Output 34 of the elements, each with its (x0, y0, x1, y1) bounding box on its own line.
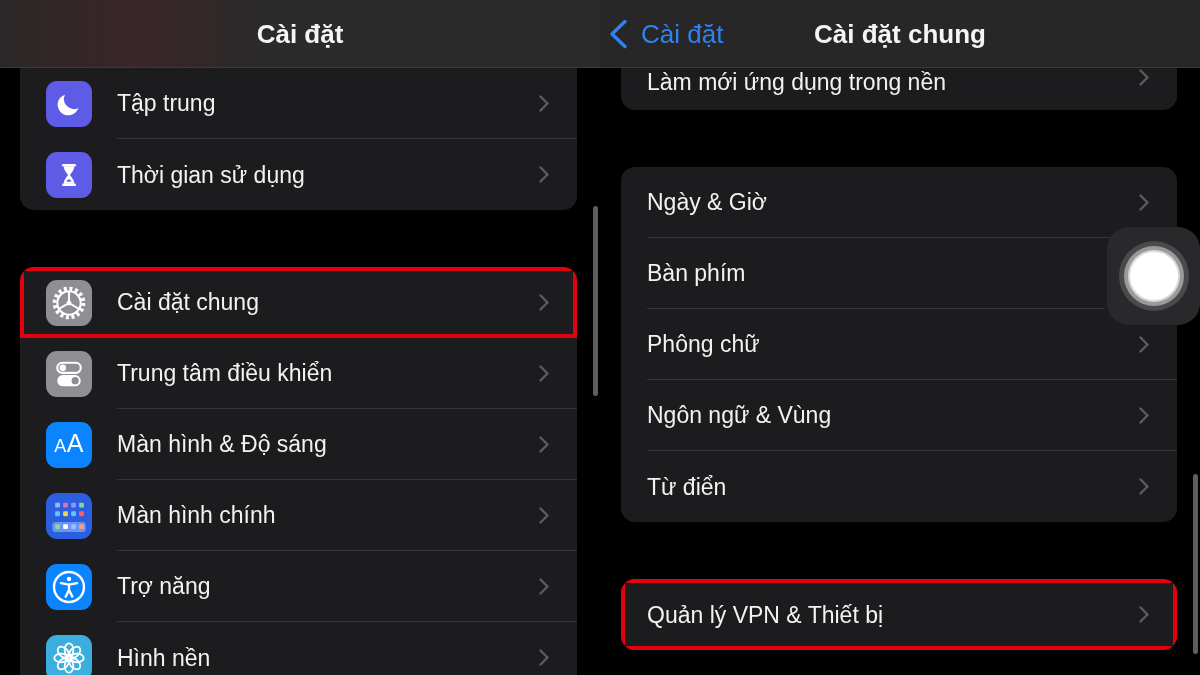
chevron-right-icon (539, 94, 549, 112)
settings-row[interactable]: Tập trung (20, 68, 577, 139)
chevron-right-icon (539, 435, 549, 453)
chevron-left-icon (608, 18, 628, 49)
chevron-right-icon (1139, 193, 1149, 211)
screen-title: Cài đặt (256, 18, 344, 49)
settings-row[interactable]: Màn hình chính (20, 480, 577, 551)
settings-row[interactable]: Quản lý VPN & Thiết bị (621, 579, 1177, 650)
settings-row[interactable]: Trung tâm điều khiển (20, 338, 577, 409)
assistive-touch-button[interactable] (1107, 227, 1200, 325)
settings-row[interactable]: Làm mới ứng dụng trong nền (621, 68, 1177, 110)
settings-row[interactable]: Trợ năng (20, 551, 577, 622)
settings-row[interactable]: Thời gian sử dụng (20, 139, 577, 210)
chevron-right-icon (539, 577, 549, 595)
chevron-right-icon (539, 166, 549, 183)
circle-icon (1117, 240, 1190, 312)
chevron-right-icon (1139, 406, 1149, 424)
back-button[interactable]: Cài đặt (600, 18, 724, 49)
screen-title: Cài đặt chung (814, 18, 986, 49)
text-size-icon: AA (46, 421, 92, 468)
chevron-right-icon (539, 506, 549, 524)
chevron-right-icon (539, 364, 549, 382)
settings-row[interactable]: AA Màn hình & Độ sáng (20, 409, 577, 480)
chevron-right-icon (1139, 606, 1149, 623)
chevron-right-icon (539, 649, 549, 666)
settings-row[interactable]: Cài đặt chung (20, 267, 577, 338)
settings-row[interactable]: Ngôn ngữ & Vùng (621, 380, 1177, 451)
settings-row[interactable]: Từ điển (621, 451, 1177, 522)
settings-row[interactable]: Bàn phím (621, 238, 1105, 309)
chevron-right-icon (539, 293, 549, 311)
chevron-right-icon (1139, 335, 1149, 353)
chevron-right-icon (1139, 69, 1149, 86)
chevron-right-icon (1139, 478, 1149, 495)
settings-row[interactable]: Hình nền (20, 622, 577, 675)
